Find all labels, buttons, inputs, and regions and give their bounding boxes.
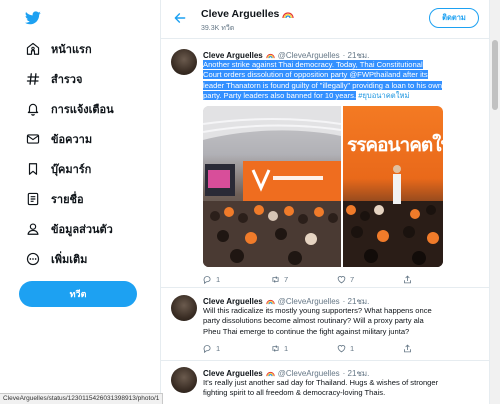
mail-icon	[26, 132, 40, 146]
nav-label-notifications: การแจ้งเตือน	[51, 104, 114, 116]
follow-button[interactable]: ติดตาม	[429, 8, 479, 28]
profile-icon	[26, 222, 40, 236]
share-icon	[404, 344, 411, 353]
nav-label-home: หน้าแรก	[51, 44, 92, 56]
nav-label-profile: ข้อมูลส่วนตัว	[51, 224, 113, 236]
sidebar-nav: หน้าแรก สำรวจ การแจ้งเตือน ข้อความ บุ๊คม	[0, 0, 160, 404]
tweet-actions: 1 7 7	[203, 275, 443, 284]
heart-icon	[337, 276, 346, 284]
header-title: Cleve Arguelles	[201, 8, 295, 20]
author-name[interactable]: Cleve Arguelles	[203, 369, 263, 378]
share-icon	[404, 275, 411, 284]
back-arrow-icon[interactable]	[173, 11, 187, 25]
page-scrollbar[interactable]	[490, 0, 500, 404]
reply-icon	[203, 276, 211, 284]
header-name: Cleve Arguelles	[201, 8, 280, 20]
rainbow-emoji-icon	[266, 371, 275, 377]
reply-count: 1	[216, 275, 221, 284]
bell-icon	[26, 102, 40, 116]
avatar[interactable]	[171, 49, 197, 75]
nav-item-lists[interactable]: รายชื่อ	[26, 187, 84, 211]
reply-button[interactable]: 1	[203, 344, 243, 353]
profile-header: Cleve Arguelles 39.3K ทวีต ติดตาม	[161, 0, 489, 39]
rainbow-emoji-icon	[266, 299, 275, 305]
retweet-count: 7	[284, 275, 289, 284]
reply-count: 1	[216, 344, 221, 353]
tweet-actions: 1 1 1	[203, 344, 443, 353]
twitter-app: หน้าแรก สำรวจ การแจ้งเตือน ข้อความ บุ๊คม	[0, 0, 500, 404]
like-button[interactable]: 7	[337, 275, 403, 284]
bookmark-icon	[26, 162, 40, 176]
nav-item-messages[interactable]: ข้อความ	[26, 127, 92, 151]
tweet-text: It's really just another sad day for Tha…	[203, 378, 439, 398]
nav-label-lists: รายชื่อ	[51, 194, 84, 206]
media-photo-2[interactable]: รรคอนาคตให	[343, 106, 443, 267]
scrollbar-thumb[interactable]	[492, 40, 498, 110]
tweet-3[interactable]: Cleve Arguelles @CleveArguelles · 21ชม. …	[161, 361, 489, 404]
share-button[interactable]	[403, 344, 443, 353]
more-icon	[26, 252, 40, 266]
nav-label-bookmarks: บุ๊คมาร์ก	[51, 164, 92, 176]
main-column: Cleve Arguelles 39.3K ทวีต ติดตาม Cleve …	[160, 0, 490, 404]
nav-label-more: เพิ่มเติม	[51, 254, 88, 266]
nav-item-profile[interactable]: ข้อมูลส่วนตัว	[26, 217, 113, 241]
tweet-2[interactable]: Cleve Arguelles @CleveArguelles · 21ชม. …	[161, 288, 489, 361]
retweet-button[interactable]: 7	[271, 275, 337, 284]
share-button[interactable]	[403, 275, 443, 284]
retweet-count: 1	[284, 344, 289, 353]
press-room-illustration	[203, 106, 341, 267]
reply-button[interactable]: 1	[203, 275, 243, 284]
browser-status-url: CleveArguelles/status/123011542603139891…	[0, 393, 164, 404]
nav-item-explore[interactable]: สำรวจ	[26, 67, 82, 91]
nav-label-explore: สำรวจ	[51, 74, 83, 86]
tweet-count: 39.3K ทวีต	[201, 25, 235, 32]
heart-icon	[337, 345, 346, 353]
hashtag-link[interactable]: #ยุบอนาคตใหม่	[358, 91, 409, 100]
tweet-text: Another strike against Thai democracy. T…	[203, 60, 443, 102]
hashtag-icon	[26, 72, 40, 86]
tweet-button[interactable]: ทวีต	[19, 281, 137, 307]
rainbow-emoji-icon	[282, 11, 295, 18]
nav-item-bookmarks[interactable]: บุ๊คมาร์ก	[26, 157, 91, 181]
nav-label-messages: ข้อความ	[51, 134, 93, 146]
nav-item-notifications[interactable]: การแจ้งเตือน	[26, 97, 114, 121]
avatar[interactable]	[171, 367, 197, 393]
tweet-media[interactable]: รรคอนาคตให	[203, 106, 443, 267]
like-count: 7	[350, 275, 355, 284]
nav-item-more[interactable]: เพิ่มเติม	[26, 247, 87, 271]
reply-icon	[203, 345, 211, 353]
home-icon	[26, 42, 40, 56]
retweet-button[interactable]: 1	[271, 344, 337, 353]
author-handle[interactable]: @CleveArguelles	[278, 51, 340, 60]
retweet-icon	[272, 345, 279, 352]
tweet-text: Will this radicalize its mostly young su…	[203, 306, 432, 336]
like-count: 1	[350, 344, 355, 353]
avatar[interactable]	[171, 295, 197, 321]
tweet-1[interactable]: Cleve Arguelles @CleveArguelles · 21ชม. …	[161, 39, 489, 288]
nav-item-home[interactable]: หน้าแรก	[26, 37, 92, 61]
author-name[interactable]: Cleve Arguelles	[203, 297, 263, 306]
list-icon	[26, 192, 40, 206]
rainbow-emoji-icon	[266, 53, 275, 59]
author-handle[interactable]: @CleveArguelles	[278, 297, 340, 306]
twitter-logo-icon[interactable]	[25, 11, 41, 25]
media-photo-1[interactable]	[203, 106, 341, 267]
author-name[interactable]: Cleve Arguelles	[203, 51, 263, 60]
like-button[interactable]: 1	[337, 344, 403, 353]
author-handle[interactable]: @CleveArguelles	[278, 369, 340, 378]
media-banner-text: รรคอนาคตให	[347, 134, 443, 156]
retweet-icon	[272, 276, 279, 283]
